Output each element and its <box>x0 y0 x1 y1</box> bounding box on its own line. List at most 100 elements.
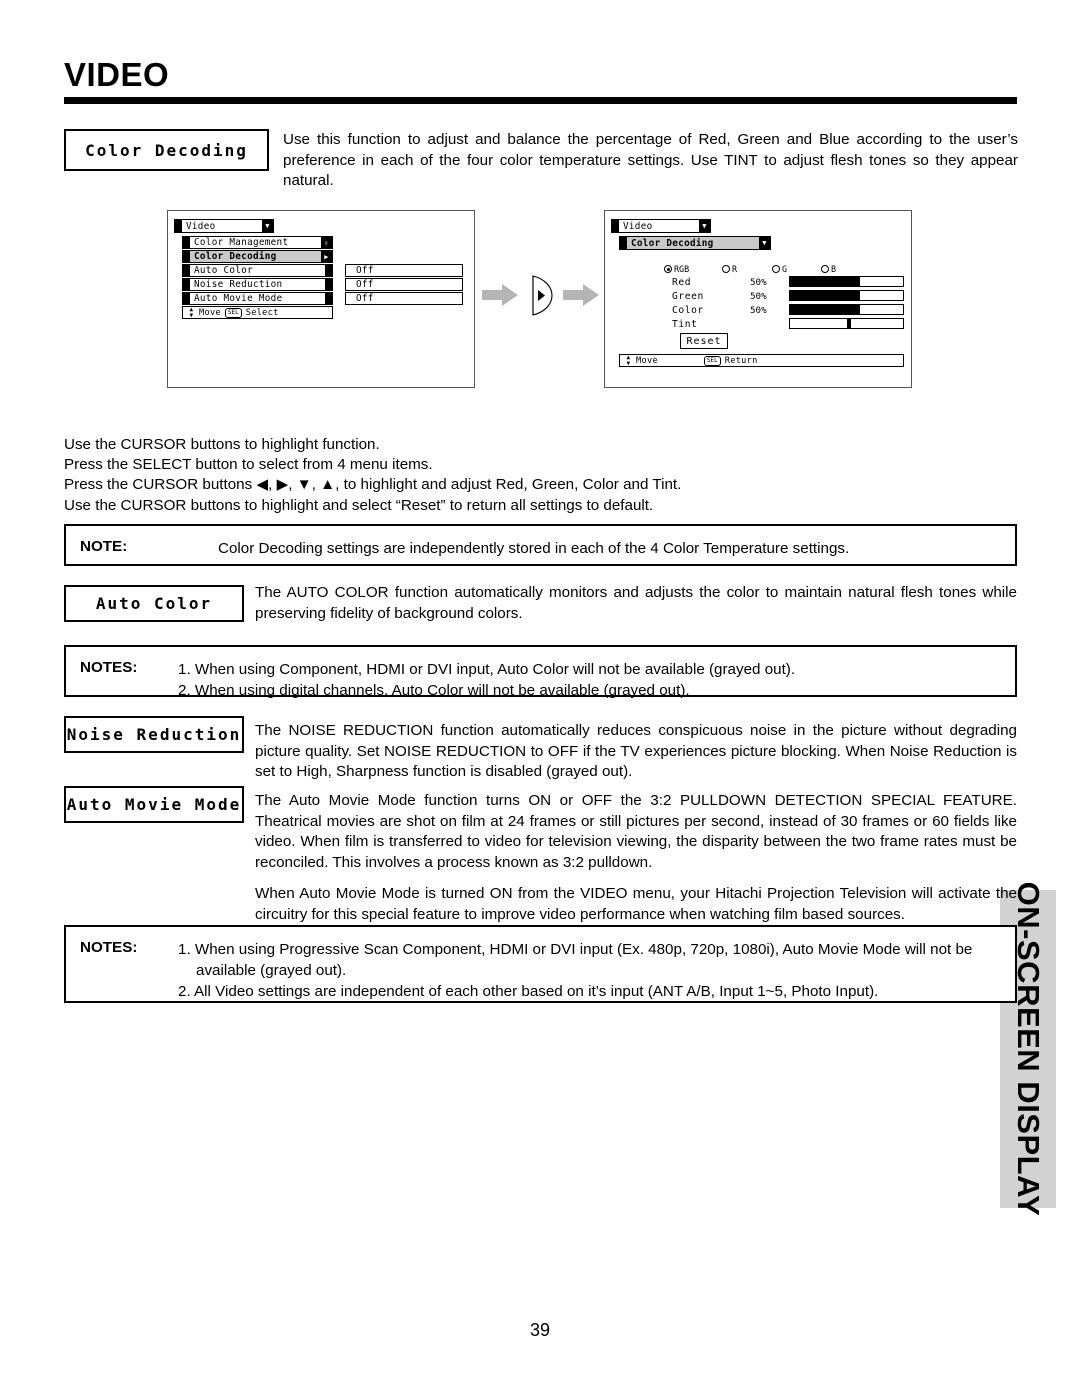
osd-left-statusbar: ▲ ▼ Move SEL Select <box>182 306 333 319</box>
chevron-down-icon: ▼ <box>699 220 710 232</box>
osd-reset-button[interactable]: Reset <box>680 333 728 349</box>
note-box-3-item-1-cont: available (grayed out). <box>196 962 347 979</box>
osd-slider-green-fill <box>790 291 861 300</box>
osd-item-color-decoding-label: Color Decoding <box>194 251 277 262</box>
section-label-color-decoding: Color Decoding <box>64 129 269 171</box>
section-label-auto-color: Auto Color <box>64 585 244 622</box>
osd-left-header-label: Video <box>186 220 216 232</box>
osd-radio-b[interactable]: B <box>821 264 836 274</box>
osd-slider-green-percent: 50% <box>750 291 767 302</box>
updown-arrows-icon: ▲ ▼ <box>189 305 194 319</box>
noise-reduction-description: The NOISE REDUCTION function automatical… <box>255 722 1017 780</box>
osd-item-auto-color[interactable]: Auto Color <box>182 264 333 277</box>
osd-value-auto-movie-mode[interactable]: Off <box>345 292 463 305</box>
osd-reset-button-label: Reset <box>686 335 722 347</box>
osd-item-color-management[interactable]: Color Management ⇳ <box>182 236 333 249</box>
osd-radio-r-label: R <box>732 264 738 274</box>
sel-key-icon: SEL <box>703 355 721 366</box>
osd-left-statusbar-move: Move <box>199 307 221 318</box>
osd-right-subheader[interactable]: Color Decoding ▼ <box>619 236 771 250</box>
osd-row-tab-icon <box>183 237 190 248</box>
sel-key-icon: SEL <box>224 307 242 318</box>
osd-item-color-decoding[interactable]: Color Decoding ▶ <box>182 250 333 263</box>
osd-row-end-tab-icon <box>325 265 332 276</box>
osd-radio-g-label: G <box>782 264 788 274</box>
osd-right-header[interactable]: Video ▼ <box>611 219 711 233</box>
note-box-2: NOTES: 1. When using Component, HDMI or … <box>64 645 1017 699</box>
osd-row-end-tab-icon <box>325 293 332 304</box>
osd-slider-color-fill <box>790 305 861 314</box>
color-decoding-description: Use this function to adjust and balance … <box>283 131 1018 189</box>
osd-right-statusbar: ▲ ▼ Move SEL Return <box>619 354 904 367</box>
osd-row-tab-icon <box>612 220 619 232</box>
osd-left-statusbar-action: Select <box>245 307 279 318</box>
auto-movie-mode-description-2: When Auto Movie Mode is turned ON from t… <box>255 885 1017 923</box>
osd-radio-rgb[interactable]: RGB <box>664 264 689 274</box>
section-label-auto-movie-mode: Auto Movie Mode <box>64 786 244 823</box>
osd-item-auto-color-label: Auto Color <box>194 265 253 276</box>
note-box-1-label: NOTE: <box>80 538 128 555</box>
osd-right-statusbar-action: Return <box>724 355 758 366</box>
section-label-auto-color-text: Auto Color <box>95 594 213 613</box>
instruction-line-2: Press the SELECT button to select from 4… <box>64 456 433 473</box>
osd-row-tab-icon <box>175 220 182 232</box>
osd-radio-b-label: B <box>831 264 837 274</box>
section-label-auto-movie-mode-text: Auto Movie Mode <box>66 795 242 814</box>
osd-row-tab-icon <box>183 293 190 304</box>
osd-screen-video-menu: Video ▼ Color Management ⇳ Color Decodin… <box>167 210 475 388</box>
osd-item-auto-movie-mode-label: Auto Movie Mode <box>194 293 283 304</box>
updown-arrows-icon: ▲ ▼ <box>626 353 631 367</box>
title-underline <box>64 97 1017 104</box>
osd-radio-r[interactable]: R <box>722 264 737 274</box>
note-box-3-label: NOTES: <box>80 939 138 956</box>
section-label-noise-reduction-text: Noise Reduction <box>66 725 242 744</box>
scroll-indicator-icon: ⇳ <box>321 237 332 248</box>
osd-item-noise-reduction-label: Noise Reduction <box>194 279 283 290</box>
osd-value-auto-movie-mode-text: Off <box>356 293 374 304</box>
auto-movie-mode-description: The Auto Movie Mode function turns ON or… <box>255 792 1017 871</box>
osd-row-end-tab-icon <box>325 279 332 290</box>
osd-value-noise-reduction[interactable]: Off <box>345 278 463 291</box>
note-box-3-item-2: 2. All Video settings are independent of… <box>178 983 879 1000</box>
osd-left-header[interactable]: Video ▼ <box>174 219 274 233</box>
osd-slider-red-fill <box>790 277 861 286</box>
osd-slider-color-label: Color <box>672 305 704 316</box>
osd-item-noise-reduction[interactable]: Noise Reduction <box>182 278 333 291</box>
note-box-2-item-2: 2. When using digital channels, Auto Col… <box>178 682 690 699</box>
osd-radio-g[interactable]: G <box>772 264 787 274</box>
osd-slider-tint-label: Tint <box>672 319 698 330</box>
osd-slider-tint-track[interactable] <box>789 318 904 329</box>
instruction-line-1: Use the CURSOR buttons to highlight func… <box>64 436 380 453</box>
section-label-noise-reduction: Noise Reduction <box>64 716 244 753</box>
osd-row-tab-icon <box>183 265 190 276</box>
chevron-right-icon: ▶ <box>321 251 332 262</box>
auto-color-description: The AUTO COLOR function automatically mo… <box>255 584 1017 622</box>
osd-row-tab-icon <box>620 237 627 249</box>
osd-row-tab-icon <box>183 279 190 290</box>
chevron-down-icon: ▼ <box>262 220 273 232</box>
flow-arrow-right-1 <box>482 284 518 306</box>
radio-unselected-icon <box>821 265 829 273</box>
osd-slider-red-percent: 50% <box>750 277 767 288</box>
osd-right-header-label: Video <box>623 220 653 232</box>
osd-radio-rgb-label: RGB <box>674 264 690 274</box>
osd-slider-color-track[interactable] <box>789 304 904 315</box>
radio-unselected-icon <box>722 265 730 273</box>
osd-slider-green-label: Green <box>672 291 704 302</box>
osd-value-auto-color[interactable]: Off <box>345 264 463 277</box>
osd-row-tab-icon <box>183 251 190 262</box>
note-box-3: NOTES: 1. When using Progressive Scan Co… <box>64 925 1017 1003</box>
remote-cursor-right-button-icon <box>532 275 553 316</box>
osd-slider-red-track[interactable] <box>789 276 904 287</box>
flow-arrow-right-2 <box>563 284 599 306</box>
note-box-1: NOTE: Color Decoding settings are indepe… <box>64 524 1017 566</box>
osd-slider-green-track[interactable] <box>789 290 904 301</box>
radio-unselected-icon <box>772 265 780 273</box>
osd-value-noise-reduction-text: Off <box>356 279 374 290</box>
radio-selected-icon <box>664 265 672 273</box>
osd-slider-tint-thumb[interactable] <box>846 319 851 328</box>
page-number: 39 <box>529 1320 551 1340</box>
osd-value-auto-color-text: Off <box>356 265 374 276</box>
osd-right-subheader-label: Color Decoding <box>631 237 714 249</box>
osd-item-auto-movie-mode[interactable]: Auto Movie Mode <box>182 292 333 305</box>
